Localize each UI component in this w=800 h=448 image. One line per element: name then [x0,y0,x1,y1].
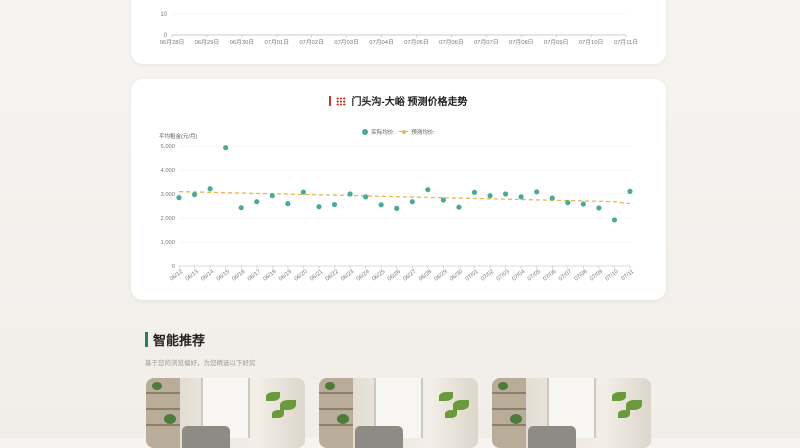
x-tick-label: 06月28日 [160,39,185,46]
actual-data-point [394,205,400,211]
x-tick-label: 07/05 [527,269,542,283]
recommend-subtitle: 基于您的浏览偏好，为您精选以下好房 [145,360,256,367]
x-tick-label: 07月08日 [509,39,534,46]
x-tick-label: 07月04日 [369,39,394,46]
actual-data-point [549,195,555,201]
x-tick-label: 06/24 [356,268,372,282]
actual-data-point [316,204,322,210]
actual-data-point [176,195,182,201]
actual-data-point [238,205,244,211]
x-tick-label: 06/25 [371,269,386,283]
x-tick-label: 07/08 [573,269,588,283]
daily-chart-card: 10 0 06月28日 06月29日 06月30日 07月01日 07月02日 07月03日 0… [131,0,666,64]
x-tick-label: 07月07日 [474,39,499,46]
actual-data-point [331,201,338,208]
x-tick-label: 07月02日 [299,39,324,46]
x-tick-label: 07/06 [542,269,557,283]
actual-data-point [191,191,198,198]
actual-data-point [487,193,493,199]
actual-data-point [347,191,353,197]
x-tick-label: 06/23 [340,269,355,283]
x-tick-label: 06/18 [262,269,277,283]
x-tick-label: 06/29 [433,269,448,283]
actual-data-point [580,201,586,207]
trend-chart: 平均租金(元/月) 0 1,000 2,000 3,000 4,000 5,000 06/1… [159,132,635,283]
actual-data-point [409,199,415,205]
x-tick-label: 06/16 [231,269,246,283]
x-tick-label: 07月11日 [614,39,638,46]
x-tick-label: 06/22 [325,269,340,283]
x-tick-label: 07月03日 [334,39,359,46]
x-tick-label: 06/26 [387,269,402,283]
price-trend-card: 门头沟-大峪 预测价格走势 实际均价: 预测均价: 平均租金(元/月) 0 1,0… [131,79,666,300]
y-axis-title: 平均租金(元/月) [159,132,197,140]
actual-data-point [285,201,291,207]
actual-data-point [300,189,307,195]
x-tick-label: 06/30 [449,269,464,283]
actual-data-point [223,145,229,151]
x-tick-label: 07月05日 [404,39,429,46]
y-tick-label: 0 [172,264,175,270]
y-tick-label: 0 [164,33,168,39]
actual-data-point [502,191,509,197]
actual-data-point [440,197,446,203]
daily-chart: 10 006月28日 06月29日 06月30日 07月01日 07月02日 07月03日 0… [160,12,638,46]
x-tick-label: 07月01日 [265,39,290,46]
actual-data-point [565,200,571,206]
x-tick-label: 07/10 [605,269,620,283]
x-tick-label: 06/12 [169,269,184,283]
actual-data-point [471,189,478,195]
x-tick-label: 06月29日 [195,39,220,46]
x-tick-label: 06/17 [247,269,262,283]
y-tick-label: 1,000 [160,240,175,246]
x-tick-label: 07/03 [496,269,511,283]
x-tick-label: 06/20 [294,269,309,283]
y-tick-label: 3,000 [160,192,175,198]
x-tick-label: 07月09日 [544,39,569,46]
x-tick-label: 06/28 [418,269,433,283]
actual-data-point [456,204,462,210]
recommend-title: 智能推荐 [153,333,206,348]
x-tick-label: 06/27 [402,269,417,283]
x-tick-label: 06/15 [216,269,231,283]
y-tick-label: 4,000 [160,168,175,174]
x-tick-label: 06/21 [309,269,324,283]
x-tick-label: 07/09 [589,269,604,283]
x-tick-label: 07/11 [620,269,635,282]
actual-data-point [254,199,260,205]
actual-data-point [611,217,618,223]
y-tick-label: 10 [160,12,167,18]
actual-data-point [425,187,431,193]
actual-data-point [627,188,633,194]
x-tick-label: 07/07 [558,269,573,283]
x-tick-label: 07/04 [511,268,527,282]
actual-data-point [207,186,213,192]
x-tick-label: 06月30日 [230,39,255,46]
actual-data-point [378,202,384,208]
section-accent-bar [145,332,148,347]
x-tick-label: 06/19 [278,269,293,283]
x-tick-label: 06/14 [200,268,216,282]
actual-data-point [363,194,369,200]
actual-data-point [269,193,275,199]
y-tick-label: 5,000 [160,144,175,150]
actual-data-point [518,194,524,200]
x-tick-label: 06/13 [185,269,200,283]
actual-data-point [596,205,602,211]
x-tick-label: 07月10日 [579,39,604,46]
predicted-series-line [178,190,631,205]
actual-data-point [534,189,540,195]
x-tick-label: 07月06日 [439,39,464,46]
x-tick-label: 07/02 [480,269,495,283]
x-tick-label: 07/01 [465,269,480,283]
y-tick-label: 2,000 [160,216,175,222]
